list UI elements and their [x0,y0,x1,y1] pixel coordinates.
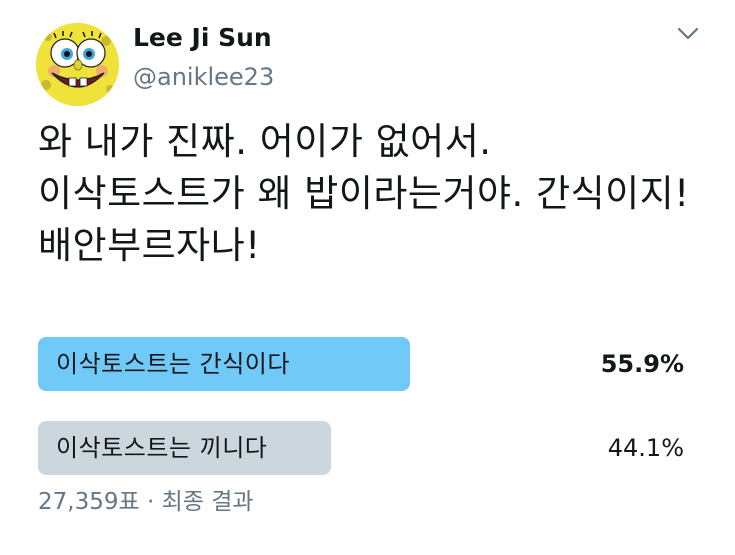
poll-option-2-percent: 44.1% [607,434,684,462]
tweet-text: 와 내가 진짜. 어이가 없어서. 이삭토스트가 왜 밥이라는거야. 간식이지!… [38,120,690,267]
avatar-image [36,23,119,106]
poll-option-1[interactable]: 이삭토스트는 간식이다 55.9% [38,337,690,391]
poll-option-2[interactable]: 이삭토스트는 끼니다 44.1% [38,421,690,475]
user-display-name[interactable]: Lee Ji Sun [133,22,272,54]
poll-footer: 27,359표 · 최종 결과 [38,487,254,517]
poll-option-1-label: 이삭토스트는 간식이다 [56,350,290,378]
poll-vote-count: 27,359표 [38,489,140,515]
tweet-card: Lee Ji Sun @aniklee23 와 내가 진짜. 어이가 없어서. … [0,0,735,555]
spongebob-avatar[interactable] [36,23,119,106]
poll-option-2-label: 이삭토스트는 끼니다 [56,434,268,462]
poll: 이삭토스트는 간식이다 55.9% 이삭토스트는 끼니다 44.1% [38,337,690,505]
chevron-down-icon[interactable] [676,24,700,44]
user-handle[interactable]: @aniklee23 [133,62,274,92]
poll-option-1-percent: 55.9% [600,350,684,378]
poll-status: 최종 결과 [161,489,254,515]
poll-separator: · [146,489,155,515]
